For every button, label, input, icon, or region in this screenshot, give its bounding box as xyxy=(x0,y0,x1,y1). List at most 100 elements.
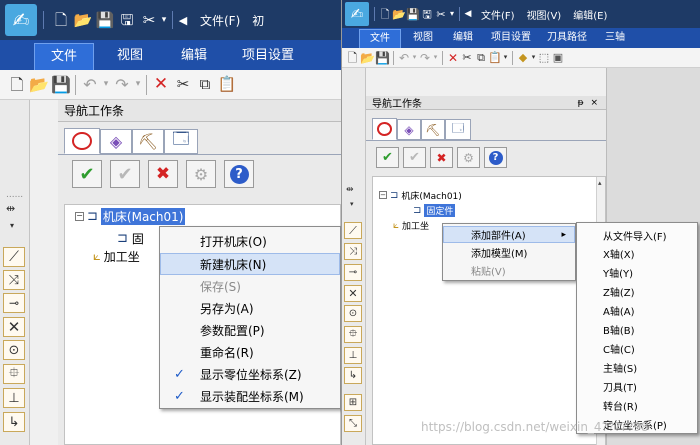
open-folder-icon[interactable]: 📂 xyxy=(360,50,375,66)
menu-tab-toolpath[interactable]: 刀具路径 xyxy=(539,29,595,48)
save-icon[interactable]: 💾 xyxy=(406,6,420,22)
corner-tool-icon[interactable]: ⊥ xyxy=(3,388,25,408)
menu-tab-three-axis[interactable]: 三轴 xyxy=(595,29,635,48)
title-menu-file[interactable]: 文件(F) xyxy=(481,7,515,22)
tab-machine[interactable] xyxy=(64,128,100,154)
new-file-icon[interactable]: 🗋 xyxy=(378,6,392,22)
menu-tab-project-settings[interactable]: 项目设置 xyxy=(226,43,310,70)
menu-item-show-assembly-coord[interactable]: ✓ 显示装配坐标系(M) xyxy=(160,386,340,407)
cut-icon[interactable]: ✂ xyxy=(172,74,194,96)
menu-item-rename[interactable]: 重命名(R) xyxy=(160,342,340,363)
trim-tool-icon[interactable]: ↳ xyxy=(3,412,25,432)
cancel-button[interactable]: ✖ xyxy=(148,160,178,188)
panel-pin-close-controls[interactable]: ᵽ × xyxy=(578,98,600,108)
save-icon[interactable]: 💾 xyxy=(375,50,390,66)
tab-machine[interactable] xyxy=(372,118,397,140)
submenu-item-c-axis[interactable]: C轴(C) xyxy=(577,339,697,358)
view-box-icon[interactable]: ▣ xyxy=(551,50,565,66)
menu-item-save-as[interactable]: 另存为(A) xyxy=(160,298,340,319)
tab-part[interactable]: ◈ xyxy=(397,119,421,140)
tree-row-fixed-part[interactable]: ⊐ 固 xyxy=(117,229,144,247)
dock-arrows-icon[interactable]: ⇹ xyxy=(6,203,15,214)
dock-arrows-icon[interactable]: ⇹ xyxy=(346,186,354,195)
submenu-item-y-axis[interactable]: Y轴(Y) xyxy=(577,263,697,282)
dock-down-icon[interactable]: ▾ xyxy=(10,222,14,230)
undo-icon[interactable]: ↶ xyxy=(79,74,101,96)
submenu-item-turntable[interactable]: 转台(R) xyxy=(577,396,697,415)
tree-row-machine[interactable]: − ⊐ 机床(Mach01) xyxy=(75,207,186,225)
menu-tab-file[interactable]: 文件 xyxy=(359,29,401,48)
menu-tab-view[interactable]: 视图 xyxy=(403,29,443,48)
save-as-icon[interactable]: 🖫 xyxy=(117,10,137,30)
process-node-label[interactable]: 加工坐 xyxy=(104,248,140,265)
shape-dropdown-icon[interactable]: ▾ xyxy=(530,50,537,66)
process-node-label[interactable]: 加工坐 xyxy=(402,219,429,232)
line-tool-icon[interactable]: ⟋ xyxy=(344,222,362,239)
cut-icon[interactable]: ✂ xyxy=(460,50,474,66)
title-menu-view[interactable]: 视图(V) xyxy=(527,7,562,22)
apply-disabled-button[interactable]: ✔ xyxy=(403,147,426,168)
corner-tool-icon[interactable]: ⊥ xyxy=(344,347,362,364)
delete-icon[interactable]: ✕ xyxy=(150,74,172,96)
machine-node-label[interactable]: 机床(Mach01) xyxy=(401,189,461,202)
menu-item-show-zero-coord[interactable]: ✓ 显示零位坐标系(Z) xyxy=(160,364,340,385)
submenu-item-a-axis[interactable]: A轴(A) xyxy=(577,301,697,320)
confirm-button[interactable]: ✔ xyxy=(376,147,399,168)
collapse-icon[interactable]: − xyxy=(75,211,84,221)
title-menu-edit[interactable]: 编辑(E) xyxy=(573,7,607,22)
open-folder-icon[interactable]: 📂 xyxy=(392,6,406,22)
help-button[interactable]: ? xyxy=(484,147,507,168)
redo-icon[interactable]: ↷ xyxy=(418,50,432,66)
new-file-icon[interactable]: 🗋 xyxy=(6,74,28,96)
dropdown-arrow-icon[interactable]: ▾ xyxy=(159,10,169,30)
line-tool-icon[interactable]: ⟋ xyxy=(3,247,25,267)
menu-tab-edit[interactable]: 编辑 xyxy=(443,29,483,48)
submenu-item-z-axis[interactable]: Z轴(Z) xyxy=(577,282,697,301)
tab-part[interactable]: ◈ xyxy=(100,129,132,154)
tree-row-fixed-part[interactable]: ⊐ 固定件 xyxy=(413,203,456,217)
tree-row-process[interactable]: ⟀ 加工坐 xyxy=(93,247,140,265)
open-folder-icon[interactable]: 📂 xyxy=(73,10,93,30)
delete-icon[interactable]: ✕ xyxy=(446,50,460,66)
app-logo-icon[interactable]: ✍ xyxy=(5,4,37,36)
axis-tool-icon[interactable]: ⊸ xyxy=(3,293,25,313)
circle-tool-icon[interactable]: ⊙ xyxy=(344,305,362,322)
redo-icon[interactable]: ↷ xyxy=(111,74,133,96)
tab-program[interactable]: 🗔 xyxy=(164,129,198,154)
tab-tool[interactable]: ⛏ xyxy=(132,129,164,154)
tab-program[interactable]: 🗔 xyxy=(445,119,471,140)
fixed-part-label[interactable]: 固定件 xyxy=(424,203,456,217)
settings-disabled-button[interactable]: ⚙ xyxy=(457,147,480,168)
paste-dropdown-icon[interactable]: ▾ xyxy=(502,50,509,66)
menu-tab-edit[interactable]: 编辑 xyxy=(164,43,224,70)
view-cube-icon[interactable]: ⬚ xyxy=(537,50,551,66)
menu-tab-file[interactable]: 文件 xyxy=(34,43,94,70)
cross-tool-icon[interactable]: ✕ xyxy=(3,317,25,337)
dropdown-arrow-icon[interactable]: ▾ xyxy=(448,6,456,22)
menu-item-save[interactable]: 保存(S) xyxy=(160,276,340,297)
menu-left-arrow-icon[interactable]: ◀ xyxy=(176,10,190,30)
app-logo-icon[interactable]: ✍ xyxy=(345,2,369,26)
menu-item-add-model[interactable]: 添加模型(M) xyxy=(443,244,575,261)
curve-tool-icon[interactable]: ⤡ xyxy=(344,415,362,432)
path-tool-icon[interactable]: ⤨ xyxy=(3,270,25,290)
new-file-icon[interactable]: 🗋 xyxy=(51,10,71,30)
scroll-up-icon[interactable]: ▴ xyxy=(598,179,602,187)
circle-tool-icon[interactable]: ⊙ xyxy=(3,340,25,360)
paste-icon[interactable]: 📋 xyxy=(488,50,502,66)
undo-icon[interactable]: ↶ xyxy=(397,50,411,66)
copy-icon[interactable]: ⧉ xyxy=(474,50,488,66)
redo-dropdown-icon[interactable]: ▾ xyxy=(133,74,143,96)
menu-item-parameter-config[interactable]: 参数配置(P) xyxy=(160,320,340,341)
submenu-item-x-axis[interactable]: X轴(X) xyxy=(577,244,697,263)
cancel-button[interactable]: ✖ xyxy=(430,147,453,168)
tools-icon[interactable]: ✂ xyxy=(434,6,448,22)
tree-row-machine[interactable]: − ⊐ 机床(Mach01) xyxy=(379,188,462,202)
grid-tool-icon[interactable]: ⊞ xyxy=(344,394,362,411)
machine-node-label[interactable]: 机床(Mach01) xyxy=(100,207,186,225)
path-tool-icon[interactable]: ⤨ xyxy=(344,243,362,260)
submenu-item-import-file[interactable]: 从文件导入(F) xyxy=(577,226,697,244)
cross-tool-icon[interactable]: ✕ xyxy=(344,285,362,302)
tools-icon[interactable]: ✂ xyxy=(139,10,159,30)
paste-icon[interactable]: 📋 xyxy=(216,74,238,96)
